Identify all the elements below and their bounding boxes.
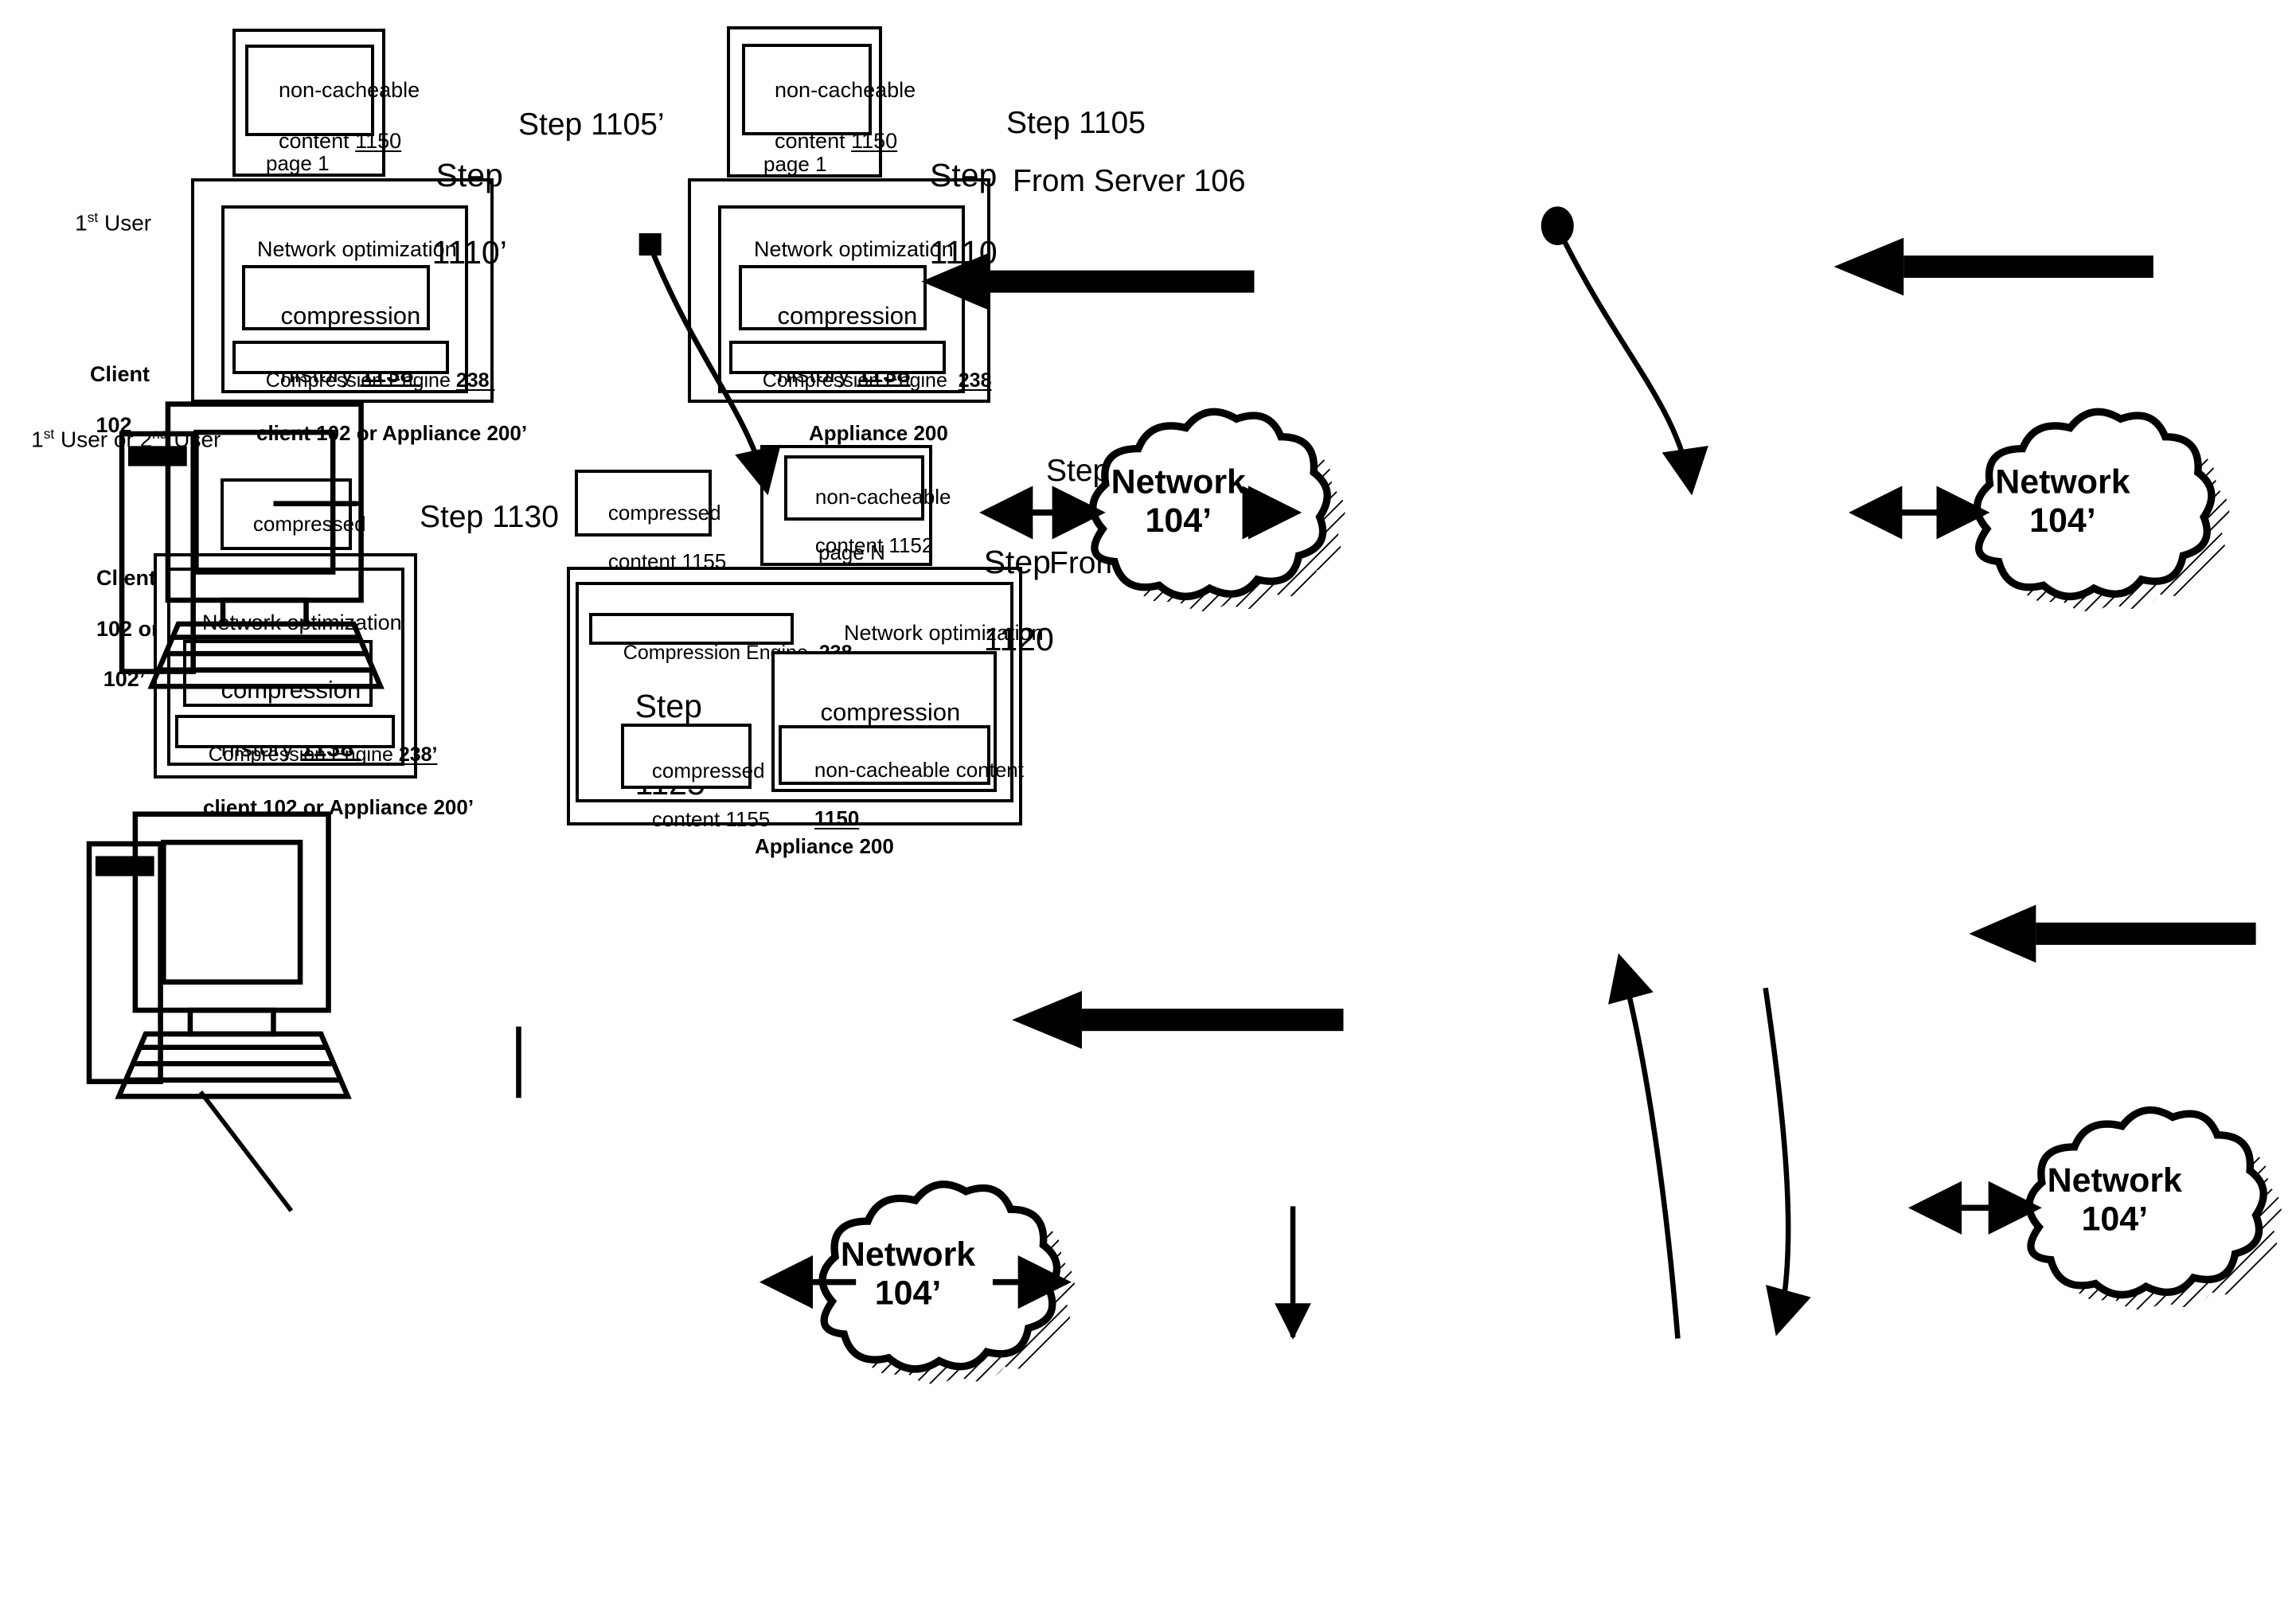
caption-client-appliance-200prime-bottom: client 102 or Appliance 200’ xyxy=(203,795,474,819)
bottom-user-word: User xyxy=(167,427,221,452)
ce-ref-top-left: 238’ xyxy=(455,369,495,392)
step-1120-line1: Step xyxy=(983,544,1051,581)
network-cloud-label-top-right: Network xyxy=(1995,463,2130,501)
client-num-bottom-2: 102’ xyxy=(103,667,146,692)
noncacheable-1150-ref: 1150 xyxy=(814,806,860,831)
svg-text:104’: 104’ xyxy=(875,1274,942,1313)
step-1115-label: Step 1115 xyxy=(1046,454,1184,488)
client-computer-icon-bottom xyxy=(86,811,352,1099)
ce-ref-bottom-left: 238’ xyxy=(398,743,438,766)
svg-text:104’: 104’ xyxy=(2082,1200,2149,1238)
noncacheable-line1-left: non-cacheable xyxy=(279,77,420,102)
network-cloud-top-right xyxy=(1973,408,2230,612)
step-1120-line2: 1120 xyxy=(983,621,1054,658)
network-cloud-bottom-right xyxy=(2025,1106,2282,1310)
leader-square-marker-top-left xyxy=(638,233,662,256)
compressed-line1-mid: compressed xyxy=(607,500,721,525)
caption-client-appliance-200prime-top: client 102 or Appliance 200’ xyxy=(256,421,528,445)
caption-appliance-200-top: Appliance 200 xyxy=(809,421,948,445)
ce-prefix-top-left: Compression Engine xyxy=(265,369,456,392)
step-1115-arrow xyxy=(1969,904,2256,963)
bottom-user-mid: User or 2 xyxy=(54,427,153,452)
noncacheable-line2-right: content xyxy=(775,128,852,153)
leader-curve-top-right xyxy=(1562,240,1708,496)
history-line1-bottom-right: compression xyxy=(820,697,961,726)
compressed-content-1155-label-appliance: compressed content 1155 xyxy=(629,734,770,856)
leader-curve-1120-down xyxy=(1763,987,1811,1337)
history-line1-bottom-left: compression xyxy=(221,675,361,704)
noncacheable-line2-left: content xyxy=(279,128,356,153)
step-1105prime-label: Step 1105’ xyxy=(518,107,665,142)
step-1110prime-line1: Step xyxy=(435,157,503,194)
figure-canvas: non-cacheable content 1150 page 1 Networ… xyxy=(0,0,2296,1600)
bottom-user-num: 1 xyxy=(31,427,44,452)
compression-engine-238-label-top: Compression Engine 238 xyxy=(740,345,992,416)
step-1130-arrow xyxy=(1012,990,1344,1049)
compressed-line2-appliance: content 1155 xyxy=(651,807,771,832)
network-cloud-label-bottom-middle: Network xyxy=(841,1235,975,1274)
from-server-106-top-label: From Server 106 xyxy=(1013,164,1246,198)
caption-appliance-200-bottom: Appliance 200 xyxy=(755,834,894,858)
step-1110prime-line2: 1110’ xyxy=(431,234,507,271)
bottom-user-sup-b: nd xyxy=(152,426,168,443)
noncacheable-ref-right: 1150 xyxy=(851,128,898,153)
first-user-num-top: 1 xyxy=(75,210,88,236)
step-1110-line2: 1110 xyxy=(929,234,998,271)
ce-prefix-top-right: Compression Engine xyxy=(762,369,959,392)
ce-ref-top-right: 238 xyxy=(958,369,992,392)
noncacheable-1150-line1: non-cacheable content xyxy=(814,757,1024,782)
ce-prefix-bottom-left: Compression Engine xyxy=(208,743,399,766)
step-1105-label: Step 1105 xyxy=(1006,106,1146,140)
step-1125-line1: Step xyxy=(635,688,702,725)
step-1110-label: Step 1110 xyxy=(893,118,998,310)
noncacheable-1152-line1: non-cacheable xyxy=(814,484,951,509)
network-cloud-label-bottom-right: Network xyxy=(2048,1161,2182,1200)
engine-line1-bottom-left: Network optimization xyxy=(202,610,402,634)
step-1120-label: Step 1120 xyxy=(947,505,1054,697)
leader-dot-marker-top-right xyxy=(1540,206,1574,245)
compressed-line1-appliance: compressed xyxy=(651,758,765,782)
step-1110prime-label: Step 1110’ xyxy=(396,118,507,310)
client-102-or-102prime-label: Client 102 or 102’ xyxy=(72,540,160,718)
step-1130-label: Step 1130 xyxy=(420,500,559,534)
page-label-right: page 1 xyxy=(763,152,827,176)
client-num-bottom-1: 102 or xyxy=(96,616,160,641)
page-n-label: page N xyxy=(818,540,885,564)
step-1110-line1: Step xyxy=(929,157,998,194)
page-label-left: page 1 xyxy=(266,151,330,175)
client-name-bottom: Client xyxy=(96,565,157,590)
client-name-top: Client xyxy=(90,361,150,386)
noncacheable-ref-left: 1150 xyxy=(355,128,402,153)
step-1105-arrow xyxy=(1833,237,2153,296)
first-user-sup-top: st xyxy=(87,209,99,226)
noncacheable-line1-right: non-cacheable xyxy=(775,77,916,102)
from-server-106-bottom-label: From Server 106 xyxy=(1049,546,1283,580)
first-user-label-top: 1st User xyxy=(50,183,151,262)
network-cloud-bottom-middle xyxy=(818,1180,1075,1384)
svg-text:104’: 104’ xyxy=(1146,501,1212,540)
client-leader-line-bottom xyxy=(198,1091,294,1212)
compression-engine-238prime-label-bottom: Compression Engine 238’ xyxy=(186,720,438,790)
compressed-line1-left: compressed xyxy=(252,511,366,536)
first-user-word-top: User xyxy=(98,210,152,236)
bottom-user-sup-a: st xyxy=(43,426,55,443)
compression-engine-238prime-label-top: Compression Engine 238’ xyxy=(244,345,495,416)
svg-text:104’: 104’ xyxy=(2029,501,2096,540)
first-or-second-user-label: 1st User or 2nd User xyxy=(6,400,221,478)
leader-curve-1120-up xyxy=(1608,953,1681,1339)
